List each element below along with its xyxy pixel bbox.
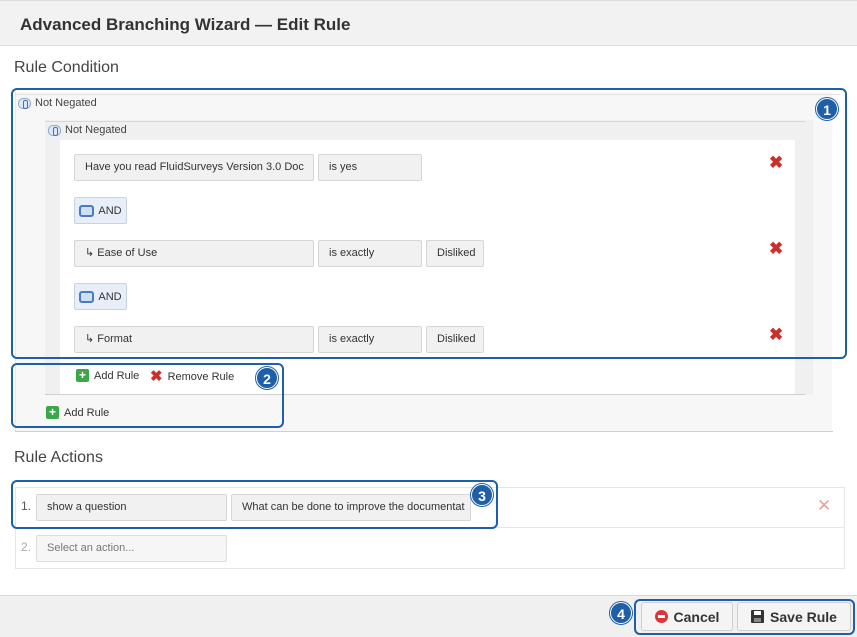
select-action-input[interactable]: Select an action...	[36, 535, 227, 562]
callout-badge-1: 1	[816, 98, 838, 120]
dialog-title: Advanced Branching Wizard — Edit Rule	[20, 15, 351, 34]
callout-box-4	[634, 599, 855, 635]
action-row-number: 2.	[21, 540, 32, 554]
outer-group-bottom-divider	[15, 431, 833, 432]
rule-condition-heading: Rule Condition	[14, 59, 119, 76]
delete-action-icon[interactable]: ✕	[817, 497, 831, 514]
callout-badge-4: 4	[610, 602, 632, 624]
rule-actions-heading: Rule Actions	[14, 449, 103, 466]
callout-box-2	[11, 363, 284, 428]
callout-badge-3: 3	[471, 484, 493, 506]
callout-box-1	[11, 88, 847, 359]
dialog-titlebar: Advanced Branching Wizard — Edit Rule	[0, 0, 857, 46]
callout-box-3	[11, 480, 498, 529]
callout-badge-2: 2	[256, 367, 278, 389]
